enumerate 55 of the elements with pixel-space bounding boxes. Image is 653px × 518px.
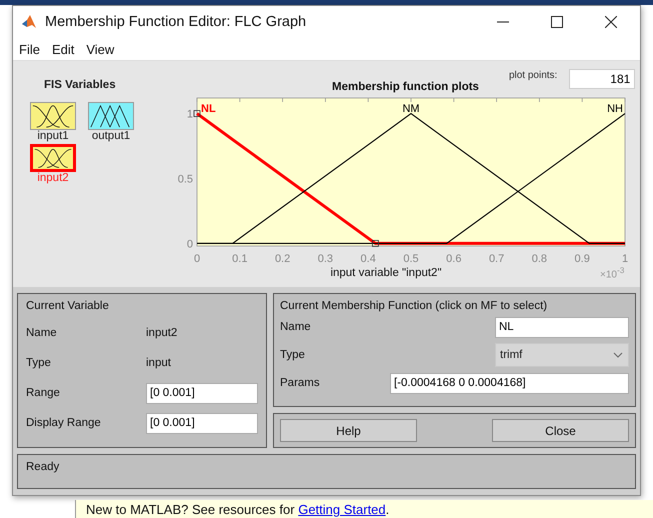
dialog-button[interactable]: Close xyxy=(492,419,629,442)
section-title: FIS Variables xyxy=(44,79,117,91)
field-label: Name xyxy=(26,327,58,339)
tick-label: 0.3 xyxy=(318,253,334,265)
caret-icon xyxy=(613,352,623,358)
variable-label: output1 xyxy=(92,130,130,142)
variable-icon[interactable] xyxy=(30,144,76,172)
input-field[interactable]: [0 0.001] xyxy=(146,412,258,434)
menu-item[interactable]: View xyxy=(82,40,118,58)
field-label: Display Range xyxy=(26,417,102,429)
tick-label: 0.7 xyxy=(488,253,504,265)
variable-icon[interactable] xyxy=(88,102,134,130)
status-text: Ready xyxy=(26,461,60,473)
field-label: Name xyxy=(280,321,312,333)
field-label: Type xyxy=(26,357,52,369)
field-value: input xyxy=(146,357,172,369)
field-label: Range xyxy=(26,387,61,399)
plot-points-field[interactable]: 181 xyxy=(569,69,636,89)
type-dropdown[interactable]: trimf xyxy=(495,343,629,367)
menu-item[interactable]: File xyxy=(15,40,44,58)
plot-title: Membership function plots xyxy=(332,81,479,93)
menu-item[interactable]: Edit xyxy=(48,40,78,58)
tick-label: 0 xyxy=(186,238,193,250)
app-logo-icon xyxy=(21,14,37,30)
info-text: New to MATLAB? See resources for Getting Started. xyxy=(86,502,390,517)
maximize-icon[interactable] xyxy=(551,16,563,28)
dialog-button[interactable]: Help xyxy=(280,419,417,442)
field-value: input2 xyxy=(146,327,178,339)
tick-label: 0.8 xyxy=(532,253,548,265)
variable-label: input1 xyxy=(37,130,69,142)
plot-points-label: plot points: xyxy=(508,70,558,81)
tick-label: 0.6 xyxy=(446,253,462,265)
panel-title: Current Variable xyxy=(26,300,110,312)
tick-label: 0.5 xyxy=(178,174,193,186)
input-field[interactable]: [0 0.001] xyxy=(146,382,258,404)
getting-started-link[interactable]: Getting Started xyxy=(298,502,386,517)
tick-label: 1 xyxy=(622,253,628,265)
variable-label: input2 xyxy=(37,172,69,184)
tick-label: 0.2 xyxy=(274,253,290,265)
tick-label: 0.9 xyxy=(574,253,590,265)
tick-label: 0.1 xyxy=(232,253,248,265)
field-label: Params xyxy=(280,377,321,389)
panel-title: Current Membership Function (click on MF to select) xyxy=(280,300,548,312)
tick-label: 0 xyxy=(194,253,200,265)
close-icon[interactable] xyxy=(605,16,617,28)
tick-label: 1 xyxy=(186,108,193,121)
variable-icon[interactable] xyxy=(30,102,76,130)
input-field[interactable]: [-0.0004168 0 0.0004168] xyxy=(390,372,629,394)
field-label: Type xyxy=(280,349,306,361)
tick-label: 0.5 xyxy=(403,253,419,265)
axis-label: input variable "input2" xyxy=(330,267,442,279)
tick-label: 0.4 xyxy=(360,253,376,265)
window-title: Membership Function Editor: FLC Graph xyxy=(45,14,308,30)
axis-exponent: ×10$^{-3}$ xyxy=(600,265,624,280)
input-field[interactable]: NL xyxy=(495,316,629,338)
